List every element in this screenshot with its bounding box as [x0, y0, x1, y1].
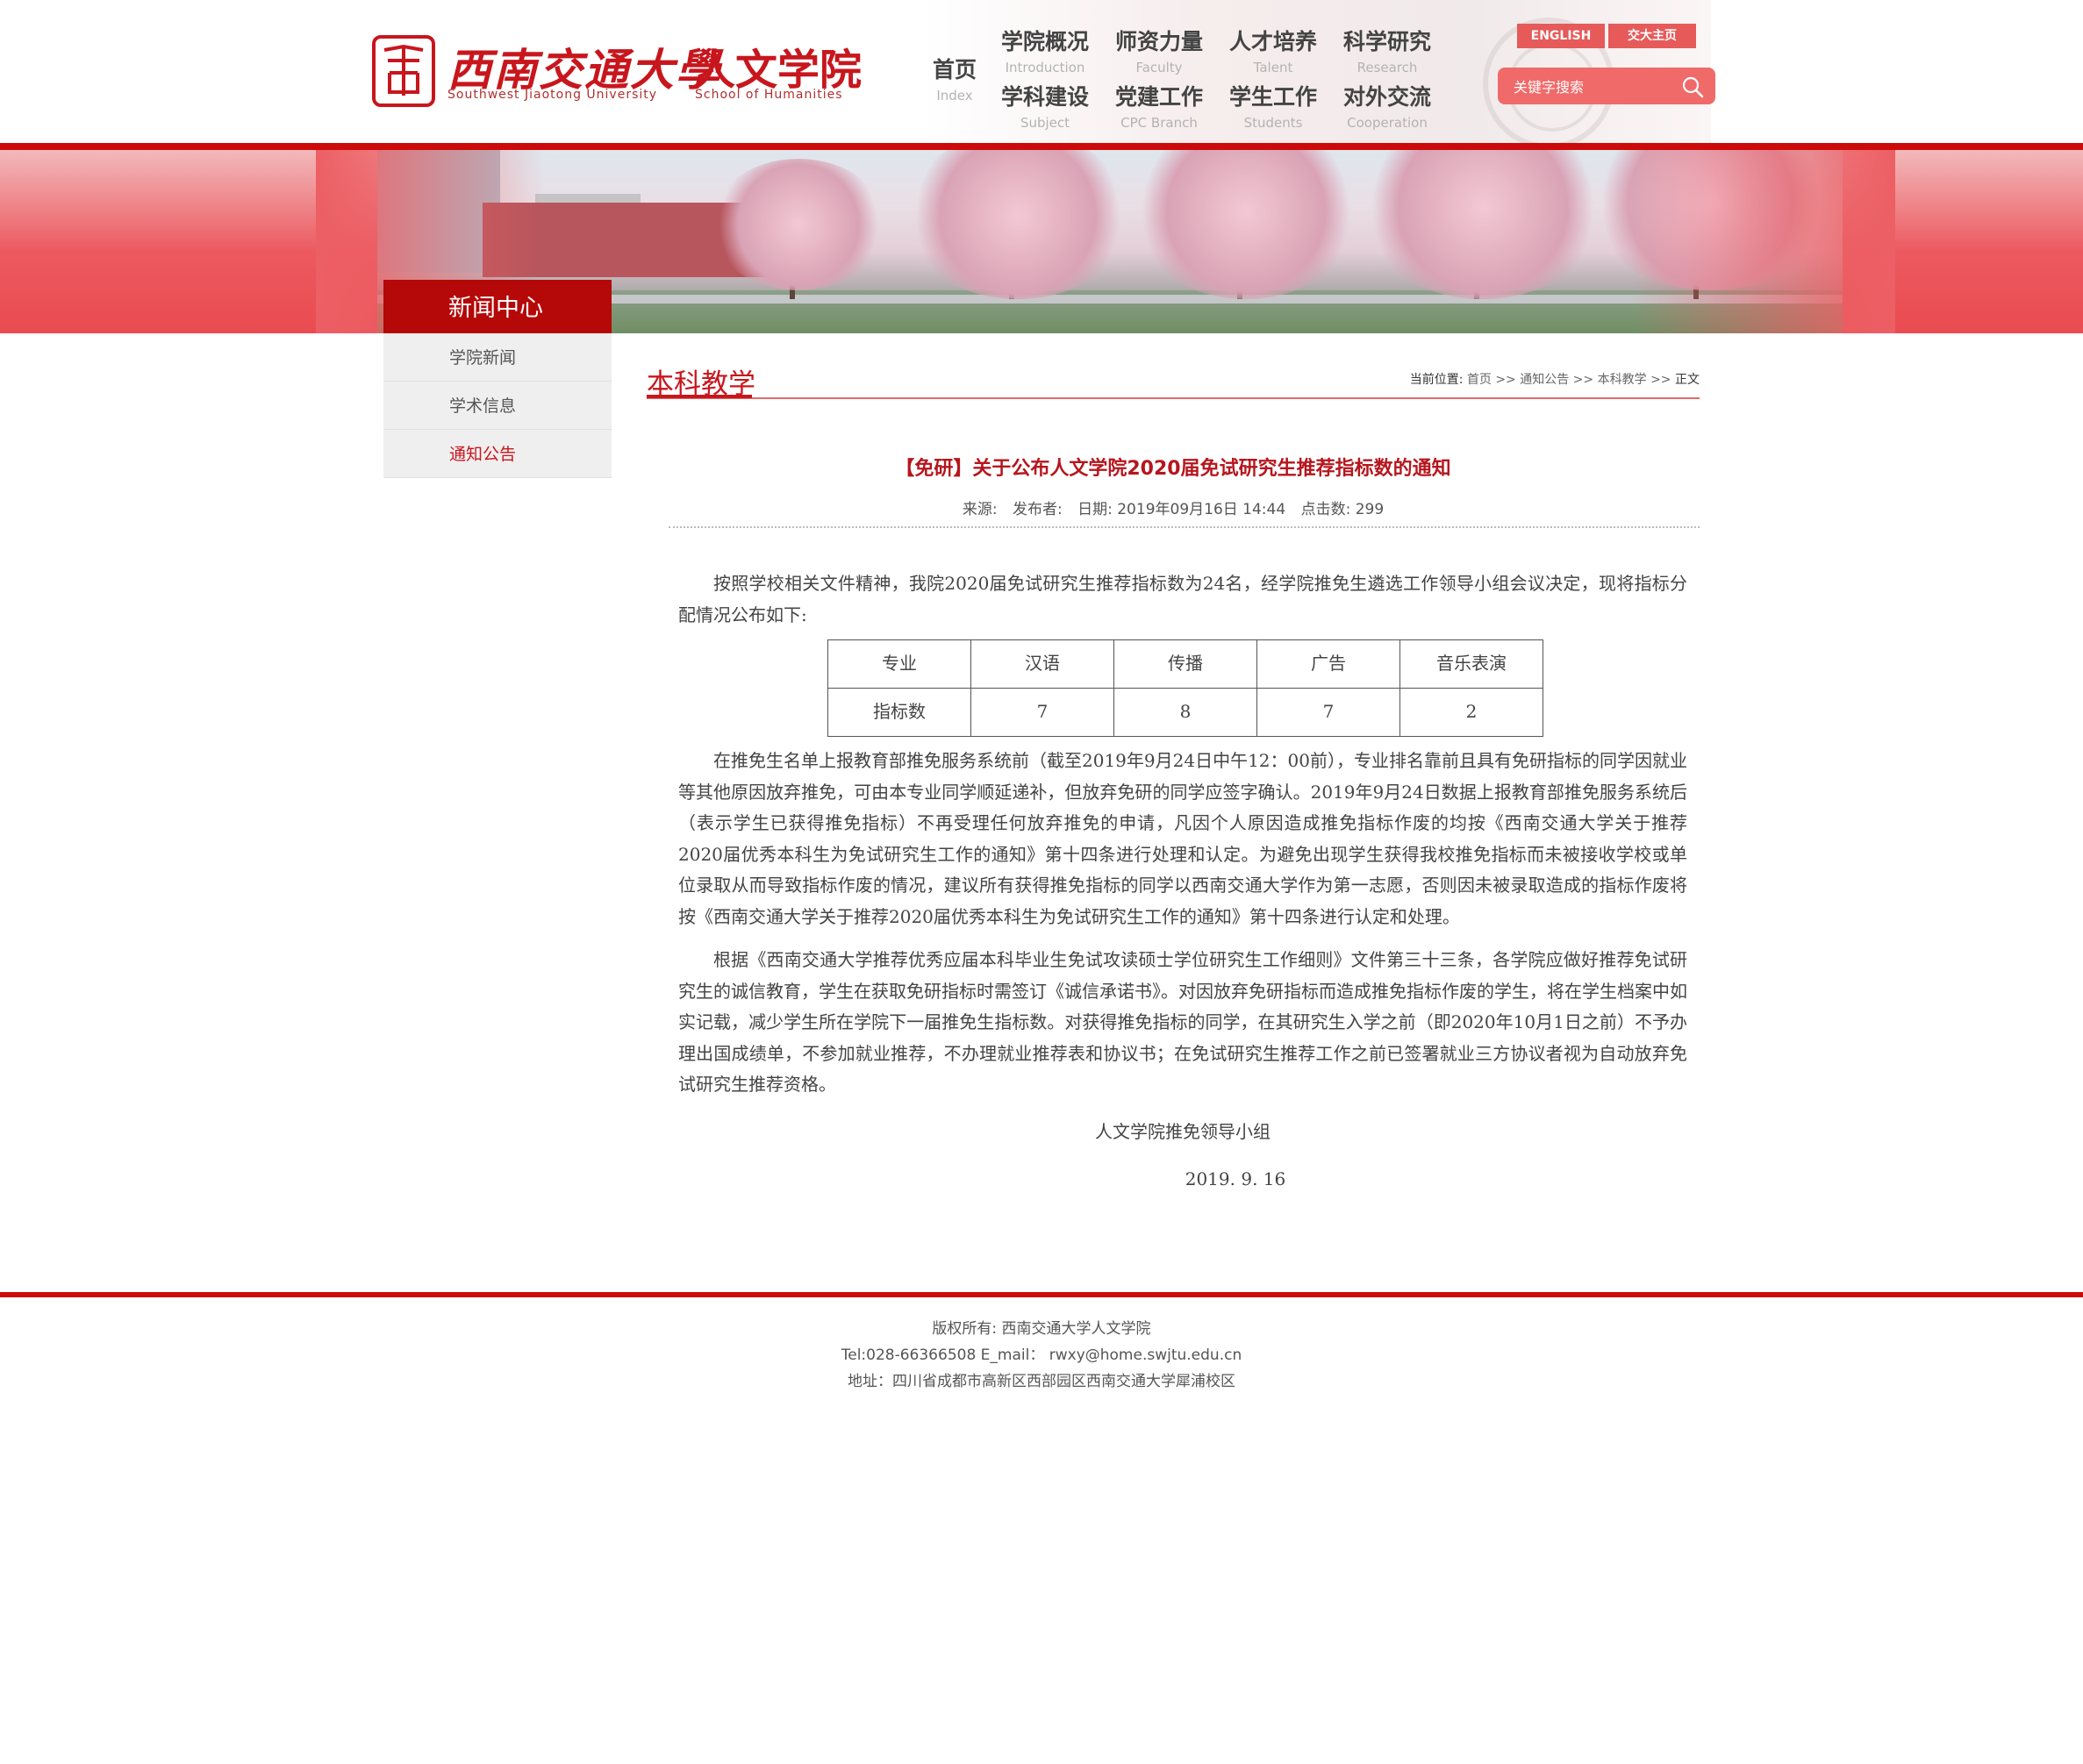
nav-item-faculty[interactable]: 师资力量 Faculty — [1110, 25, 1208, 75]
breadcrumb-separator: >> — [1495, 373, 1516, 387]
table-cell: 传播 — [1113, 639, 1257, 689]
table-cell: 广告 — [1256, 639, 1400, 689]
article-paragraph: 根据《西南交通大学推荐优秀应届本科毕业生免试攻读硕士学位研究生工作细则》文件第三… — [678, 949, 1687, 1095]
table-cell: 2 — [1399, 688, 1543, 737]
table-cell: 专业 — [827, 639, 971, 689]
logo-university-en: Southwest Jiaotong University — [447, 88, 658, 102]
quota-table: 专业 汉语 传播 广告 音乐表演 指标数 7 8 7 2 — [827, 639, 1543, 737]
table-row: 指标数 7 8 7 2 — [827, 688, 1543, 737]
article-publisher: 发布者: — [1012, 501, 1063, 518]
article-sign-date: 2019. 9. 16 — [1185, 1168, 1286, 1189]
table-cell: 汉语 — [970, 639, 1114, 689]
nav-label: 科学研究 — [1342, 29, 1431, 54]
meta-divider — [669, 526, 1700, 528]
nav-sublabel: CPC Branch — [1120, 115, 1198, 131]
nav-item-students[interactable]: 学生工作 Students — [1224, 80, 1322, 131]
nav-sublabel: Talent — [1253, 60, 1293, 75]
table-cell: 7 — [970, 688, 1114, 737]
nav-label: 首页 — [932, 57, 977, 82]
table-cell: 指标数 — [827, 688, 971, 737]
breadcrumb-separator: >> — [1572, 373, 1594, 387]
sidebar-item-college-news[interactable]: 学院新闻 — [383, 333, 612, 382]
header-divider — [0, 143, 2083, 150]
article-source: 来源: — [962, 501, 998, 518]
nav-sublabel: Research — [1356, 60, 1418, 75]
nav-item-talent[interactable]: 人才培养 Talent — [1224, 25, 1322, 75]
nav-sublabel: Cooperation — [1347, 115, 1428, 131]
nav-item-cpc-branch[interactable]: 党建工作 CPC Branch — [1110, 80, 1208, 131]
nav-item-home[interactable]: 首页 Index — [930, 53, 979, 104]
table-cell: 7 — [1256, 688, 1400, 737]
article-paragraph: 按照学校相关文件精神，我院2020届免试研究生推荐指标数为24名，经学院推免生遴… — [678, 573, 1687, 625]
article-body: 按照学校相关文件精神，我院2020届免试研究生推荐指标数为24名，经学院推免生遴… — [678, 568, 1687, 1196]
section-title-underline — [647, 395, 752, 398]
breadcrumb-separator: >> — [1650, 373, 1671, 387]
nav-item-research[interactable]: 科学研究 Research — [1338, 25, 1436, 75]
breadcrumb-home[interactable]: 首页 — [1467, 373, 1492, 387]
article-date: 日期: 2019年09月16日 14:44 — [1077, 501, 1286, 518]
breadcrumb: 当前位置: 首页 >> 通知公告 >> 本科教学 >> 正文 — [1410, 370, 1700, 388]
english-button[interactable]: ENGLISH — [1517, 24, 1605, 48]
university-seal-icon — [372, 35, 435, 107]
nav-label: 党建工作 — [1114, 84, 1203, 110]
footer-divider — [0, 1292, 2083, 1297]
jiaoda-home-button[interactable]: 交大主页 — [1608, 24, 1696, 48]
breadcrumb-current: 正文 — [1675, 373, 1700, 387]
nav-sublabel: Introduction — [1005, 60, 1085, 75]
breadcrumb-notices[interactable]: 通知公告 — [1520, 373, 1569, 387]
logo-department-en: School of Humanities — [695, 88, 843, 102]
site-footer: 版权所有: 西南交通大学人文学院 Tel:028-66366508 E_mail… — [0, 1316, 2083, 1395]
table-header-row: 专业 汉语 传播 广告 音乐表演 — [827, 639, 1543, 689]
search-input[interactable] — [1512, 73, 1673, 101]
breadcrumb-undergrad[interactable]: 本科教学 — [1598, 373, 1647, 387]
site-header: 西南交通大學 人文学院 Southwest Jiaotong Universit… — [0, 0, 2083, 149]
search-icon[interactable] — [1680, 75, 1705, 99]
footer-address: 地址：四川省成都市高新区西部园区西南交通大学犀浦校区 — [848, 1373, 1235, 1390]
nav-label: 学生工作 — [1228, 84, 1317, 110]
nav-sublabel: Students — [1243, 115, 1303, 131]
nav-sublabel: Subject — [1020, 115, 1070, 131]
table-cell: 音乐表演 — [1399, 639, 1543, 689]
nav-label: 师资力量 — [1114, 29, 1203, 54]
nav-label: 对外交流 — [1342, 84, 1431, 110]
nav-item-cooperation[interactable]: 对外交流 Cooperation — [1338, 80, 1436, 131]
section-divider — [647, 397, 1700, 399]
sidebar-menu: 学院新闻 学术信息 通知公告 — [383, 333, 612, 478]
breadcrumb-label: 当前位置: — [1409, 373, 1464, 387]
nav-label: 人才培养 — [1228, 29, 1317, 54]
sidebar-item-notices[interactable]: 通知公告 — [383, 430, 612, 478]
search-box — [1498, 68, 1715, 104]
nav-sublabel: Faculty — [1135, 60, 1183, 75]
article-signature: 人文学院推免领导小组 — [1095, 1120, 1271, 1142]
nav-sublabel: Index — [936, 88, 973, 104]
footer-copyright: 版权所有: 西南交通大学人文学院 — [932, 1320, 1151, 1338]
sidebar-title: 新闻中心 — [383, 280, 612, 333]
article-hits: 点击数: 299 — [1300, 501, 1385, 518]
nav-label: 学院概况 — [1000, 29, 1089, 54]
site-logo[interactable]: 西南交通大學 人文学院 Southwest Jiaotong Universit… — [372, 35, 863, 109]
article-paragraph: 在推免生名单上报教育部推免服务系统前（截至2019年9月24日中午12：00前）… — [678, 750, 1687, 927]
nav-item-introduction[interactable]: 学院概况 Introduction — [996, 25, 1094, 75]
nav-item-subject[interactable]: 学科建设 Subject — [996, 80, 1094, 131]
sidebar-item-academic-info[interactable]: 学术信息 — [383, 382, 612, 430]
table-cell: 8 — [1113, 688, 1257, 737]
article-meta: 来源: 发布者: 日期: 2019年09月16日 14:44 点击数: 299 — [647, 496, 1700, 518]
campus-banner — [0, 150, 2083, 333]
article-title: 【免研】关于公布人文学院2020届免试研究生推荐指标数的通知 — [895, 458, 1451, 480]
footer-contact: Tel:028-66366508 E_mail： rwxy@home.swjtu… — [841, 1346, 1242, 1364]
nav-label: 学科建设 — [1000, 84, 1089, 110]
